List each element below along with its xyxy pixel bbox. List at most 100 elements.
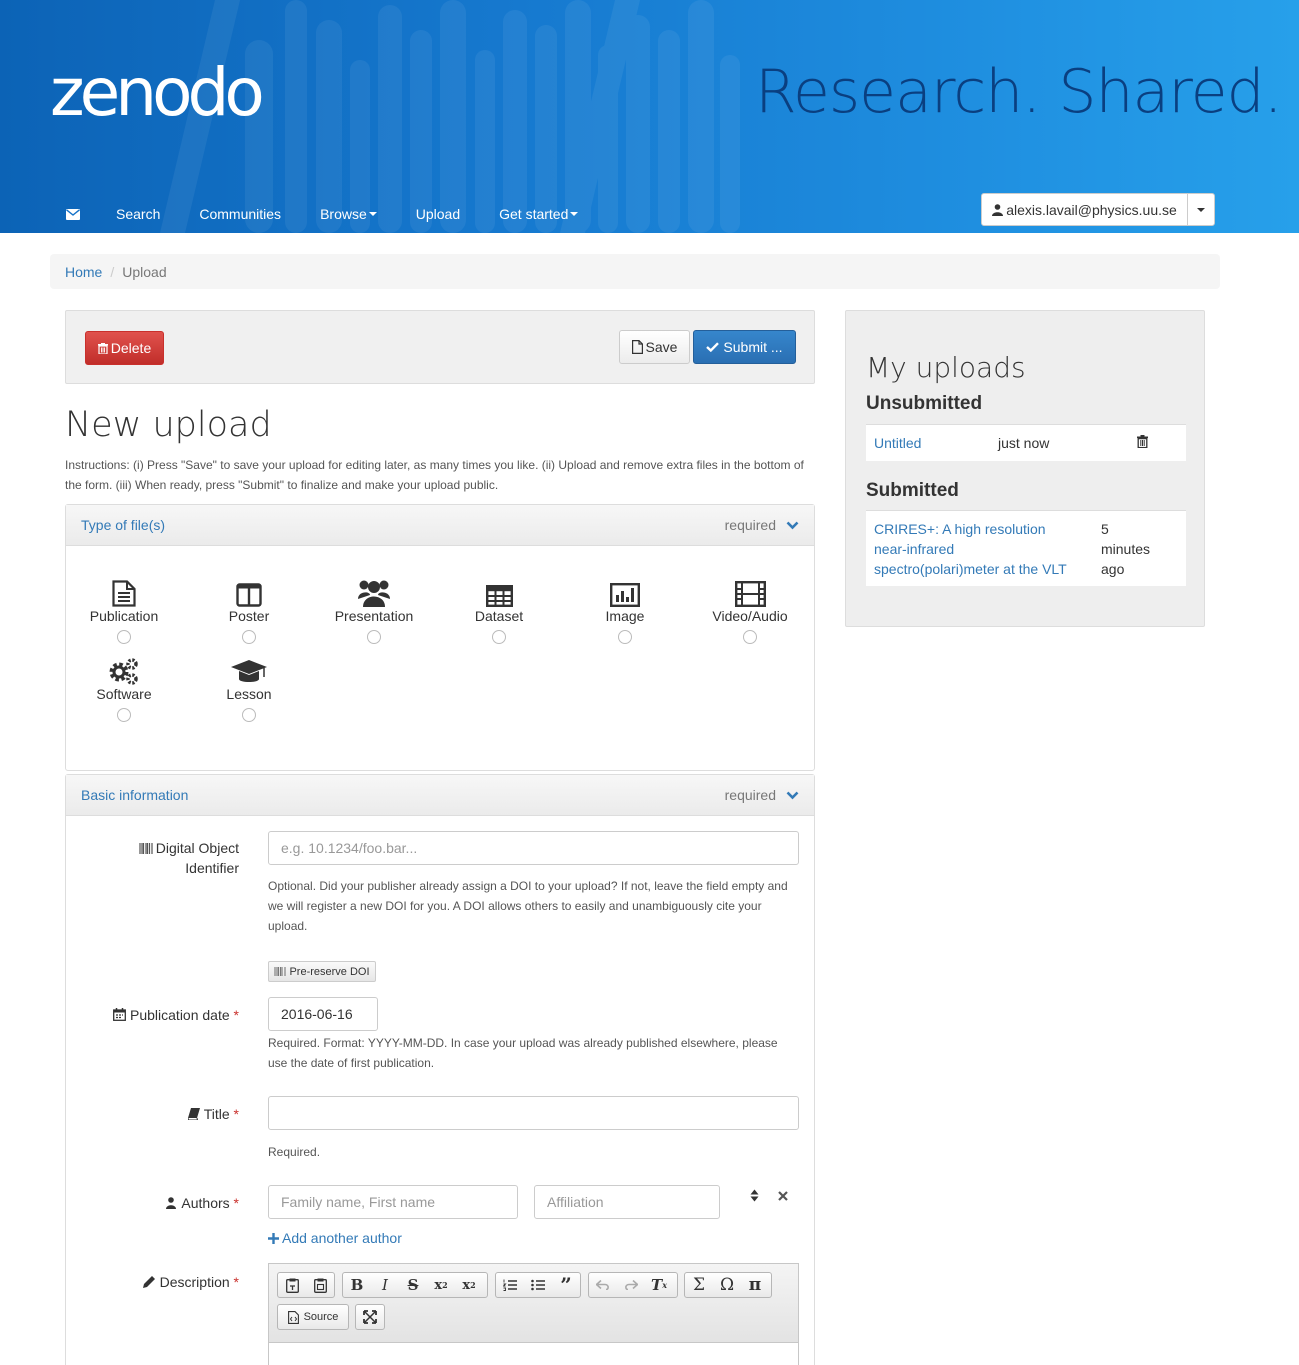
submit-button[interactable]: Submit ... xyxy=(693,330,796,364)
author-name-input[interactable]: Family name, First name xyxy=(268,1185,518,1219)
columns-icon xyxy=(236,583,262,607)
upload-title-link[interactable]: Untitled xyxy=(874,435,921,451)
blockquote-icon[interactable]: ” xyxy=(552,1273,580,1297)
type-software[interactable]: Software xyxy=(69,655,179,722)
type-radio[interactable] xyxy=(367,630,381,644)
submitted-time-line3: ago xyxy=(1101,561,1125,577)
required-asterisk: * xyxy=(229,1106,239,1122)
strikethrough-icon[interactable]: S xyxy=(399,1273,427,1297)
tagline: Research. Shared. xyxy=(755,57,1283,127)
submitted-upload-link[interactable]: CRIRES+: A high resolution near-infrared… xyxy=(874,519,1084,579)
omega-icon[interactable]: Ω xyxy=(713,1273,741,1297)
bulleted-list-icon[interactable] xyxy=(524,1273,552,1297)
breadcrumb-home[interactable]: Home xyxy=(65,264,102,280)
pi-icon[interactable]: π xyxy=(741,1273,769,1297)
trash-icon[interactable] xyxy=(1137,435,1148,448)
title-label-text: Title xyxy=(203,1106,230,1122)
submitted-title-line3: spectro(polari)meter at the VLT xyxy=(874,561,1067,577)
type-video-audio[interactable]: Video/Audio xyxy=(695,577,805,644)
nav-upload[interactable]: Upload xyxy=(416,206,460,222)
paste-text-icon[interactable] xyxy=(278,1273,306,1297)
numbered-list-icon[interactable] xyxy=(496,1273,524,1297)
submitted-time-line2: minutes xyxy=(1101,541,1151,557)
user-dropdown-toggle[interactable] xyxy=(1188,194,1214,225)
zenodo-logo[interactable]: zenodo xyxy=(50,60,265,126)
source-button[interactable]: Source xyxy=(277,1304,349,1330)
title-input[interactable] xyxy=(268,1096,799,1130)
type-label: Software xyxy=(96,686,152,702)
undo-icon[interactable] xyxy=(589,1273,617,1297)
type-presentation[interactable]: Presentation xyxy=(319,577,429,644)
main-nav: Search Communities Browse Upload Get sta… xyxy=(66,204,617,224)
delete-button[interactable]: Delete xyxy=(85,331,164,365)
nav-communities[interactable]: Communities xyxy=(199,206,281,222)
sort-icon[interactable] xyxy=(750,1189,759,1202)
type-publication[interactable]: Publication xyxy=(69,577,179,644)
upload-time: just now xyxy=(998,435,1050,451)
type-radio[interactable] xyxy=(492,630,506,644)
sigma-icon[interactable]: Σ xyxy=(685,1273,713,1297)
authors-label-text: Authors xyxy=(181,1195,230,1211)
basic-panel-header[interactable]: Basic information required xyxy=(66,775,814,816)
pubdate-input[interactable]: 2016-06-16 xyxy=(268,997,378,1031)
required-asterisk: * xyxy=(229,1007,239,1023)
bold-icon[interactable]: B xyxy=(343,1273,371,1297)
file-text-icon xyxy=(112,580,136,607)
remove-author-icon[interactable] xyxy=(778,1191,788,1201)
type-radio[interactable] xyxy=(743,630,757,644)
doi-label-line2: Identifier xyxy=(185,860,239,876)
film-icon xyxy=(734,581,766,607)
user-menu: alexis.lavail@physics.uu.se xyxy=(981,193,1215,226)
required-label: required xyxy=(724,517,776,533)
envelope-icon[interactable] xyxy=(66,208,80,220)
breadcrumb-separator: / xyxy=(110,263,115,280)
table-icon xyxy=(485,585,513,607)
type-radio[interactable] xyxy=(117,630,131,644)
description-editor[interactable] xyxy=(268,1343,799,1365)
instructions: Instructions: (i) Press "Save" to save y… xyxy=(65,458,804,492)
save-label: Save xyxy=(645,339,678,355)
doi-input[interactable]: e.g. 10.1234/foo.bar... xyxy=(268,831,799,865)
type-radio[interactable] xyxy=(618,630,632,644)
trash-icon xyxy=(97,342,108,354)
symbols-group: Σ Ω π xyxy=(684,1272,772,1298)
nav-browse[interactable]: Browse xyxy=(320,206,377,222)
file-icon xyxy=(631,340,643,354)
list-group: ” xyxy=(495,1272,581,1298)
type-dataset[interactable]: Dataset xyxy=(444,577,554,644)
subscript-icon[interactable]: x2 xyxy=(427,1273,455,1297)
type-radio[interactable] xyxy=(242,708,256,722)
user-button[interactable]: alexis.lavail@physics.uu.se xyxy=(982,194,1188,225)
nav-get-started-label: Get started xyxy=(499,206,569,222)
type-lesson[interactable]: Lesson xyxy=(194,655,304,722)
type-panel-header[interactable]: Type of file(s) required xyxy=(66,505,814,546)
type-label: Video/Audio xyxy=(712,608,788,624)
type-radio[interactable] xyxy=(242,630,256,644)
unsubmitted-list: Untitled just now xyxy=(866,424,1186,461)
gears-icon xyxy=(109,658,138,685)
superscript-icon[interactable]: x2 xyxy=(455,1273,483,1297)
save-button[interactable]: Save xyxy=(619,330,690,364)
type-image[interactable]: Image xyxy=(570,577,680,644)
italic-icon[interactable]: I xyxy=(371,1273,399,1297)
type-radio[interactable] xyxy=(117,708,131,722)
type-poster[interactable]: Poster xyxy=(194,577,304,644)
delete-label: Delete xyxy=(110,340,152,356)
barcode-icon xyxy=(274,967,287,976)
type-label: Presentation xyxy=(334,608,414,624)
paste-word-icon[interactable] xyxy=(306,1273,334,1297)
remove-format-icon[interactable]: Tx xyxy=(645,1273,673,1297)
nav-search[interactable]: Search xyxy=(116,206,160,222)
redo-icon[interactable] xyxy=(617,1273,645,1297)
add-another-author-link[interactable]: Add another author xyxy=(268,1230,402,1246)
my-uploads-title: My uploads xyxy=(866,351,1026,384)
plus-icon xyxy=(268,1232,279,1244)
history-group: Tx xyxy=(588,1272,678,1298)
maximize-icon[interactable] xyxy=(356,1305,384,1329)
type-label: Lesson xyxy=(226,686,272,702)
author-affiliation-input[interactable]: Affiliation xyxy=(534,1185,720,1219)
nav-get-started[interactable]: Get started xyxy=(499,206,579,222)
pre-reserve-doi-button[interactable]: Pre-reserve DOI xyxy=(268,961,376,982)
add-another-author-label: Add another author xyxy=(282,1230,402,1246)
description-label-text: Description xyxy=(159,1274,230,1290)
